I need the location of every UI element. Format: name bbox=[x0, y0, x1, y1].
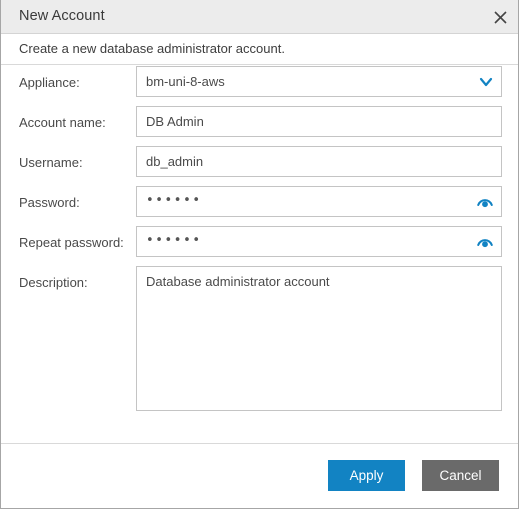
close-icon[interactable] bbox=[489, 6, 511, 28]
repeat-password-label: Repeat password: bbox=[19, 235, 124, 250]
dialog-footer: Apply Cancel bbox=[1, 443, 518, 508]
dialog-subtitle: Create a new database administrator acco… bbox=[19, 41, 285, 56]
dialog-subtitle-bar: Create a new database administrator acco… bbox=[1, 34, 518, 65]
repeat-password-input[interactable]: •••••• bbox=[136, 226, 502, 257]
repeat-password-value: •••••• bbox=[146, 233, 202, 248]
form-row-appliance: Appliance: bm-uni-8-aws bbox=[1, 65, 518, 105]
username-label: Username: bbox=[19, 155, 83, 170]
account-form: Appliance: bm-uni-8-aws Account name: DB… bbox=[1, 65, 518, 425]
form-row-account-name: Account name: DB Admin bbox=[1, 105, 518, 145]
account-name-value: DB Admin bbox=[146, 114, 204, 129]
description-textarea[interactable]: Database administrator account bbox=[136, 266, 502, 411]
password-label: Password: bbox=[19, 195, 80, 210]
appliance-select[interactable]: bm-uni-8-aws bbox=[136, 66, 502, 97]
form-row-password: Password: •••••• bbox=[1, 185, 518, 225]
description-value: Database administrator account bbox=[146, 274, 330, 289]
apply-button[interactable]: Apply bbox=[328, 460, 405, 491]
cancel-button[interactable]: Cancel bbox=[422, 460, 499, 491]
appliance-label: Appliance: bbox=[19, 75, 80, 90]
account-name-input[interactable]: DB Admin bbox=[136, 106, 502, 137]
reveal-password-icon[interactable] bbox=[476, 233, 494, 251]
form-row-repeat-password: Repeat password: •••••• bbox=[1, 225, 518, 265]
form-row-description: Description: Database administrator acco… bbox=[1, 265, 518, 425]
form-row-username: Username: db_admin bbox=[1, 145, 518, 185]
appliance-value: bm-uni-8-aws bbox=[146, 74, 225, 89]
dialog-title: New Account bbox=[19, 8, 105, 24]
description-label: Description: bbox=[19, 275, 88, 290]
account-name-label: Account name: bbox=[19, 115, 106, 130]
username-input[interactable]: db_admin bbox=[136, 146, 502, 177]
chevron-down-icon[interactable] bbox=[479, 76, 493, 88]
dialog-titlebar: New Account bbox=[1, 0, 518, 34]
reveal-password-icon[interactable] bbox=[476, 193, 494, 211]
password-value: •••••• bbox=[146, 193, 202, 208]
password-input[interactable]: •••••• bbox=[136, 186, 502, 217]
new-account-dialog: New Account Create a new database admini… bbox=[0, 0, 519, 509]
username-value: db_admin bbox=[146, 154, 204, 169]
